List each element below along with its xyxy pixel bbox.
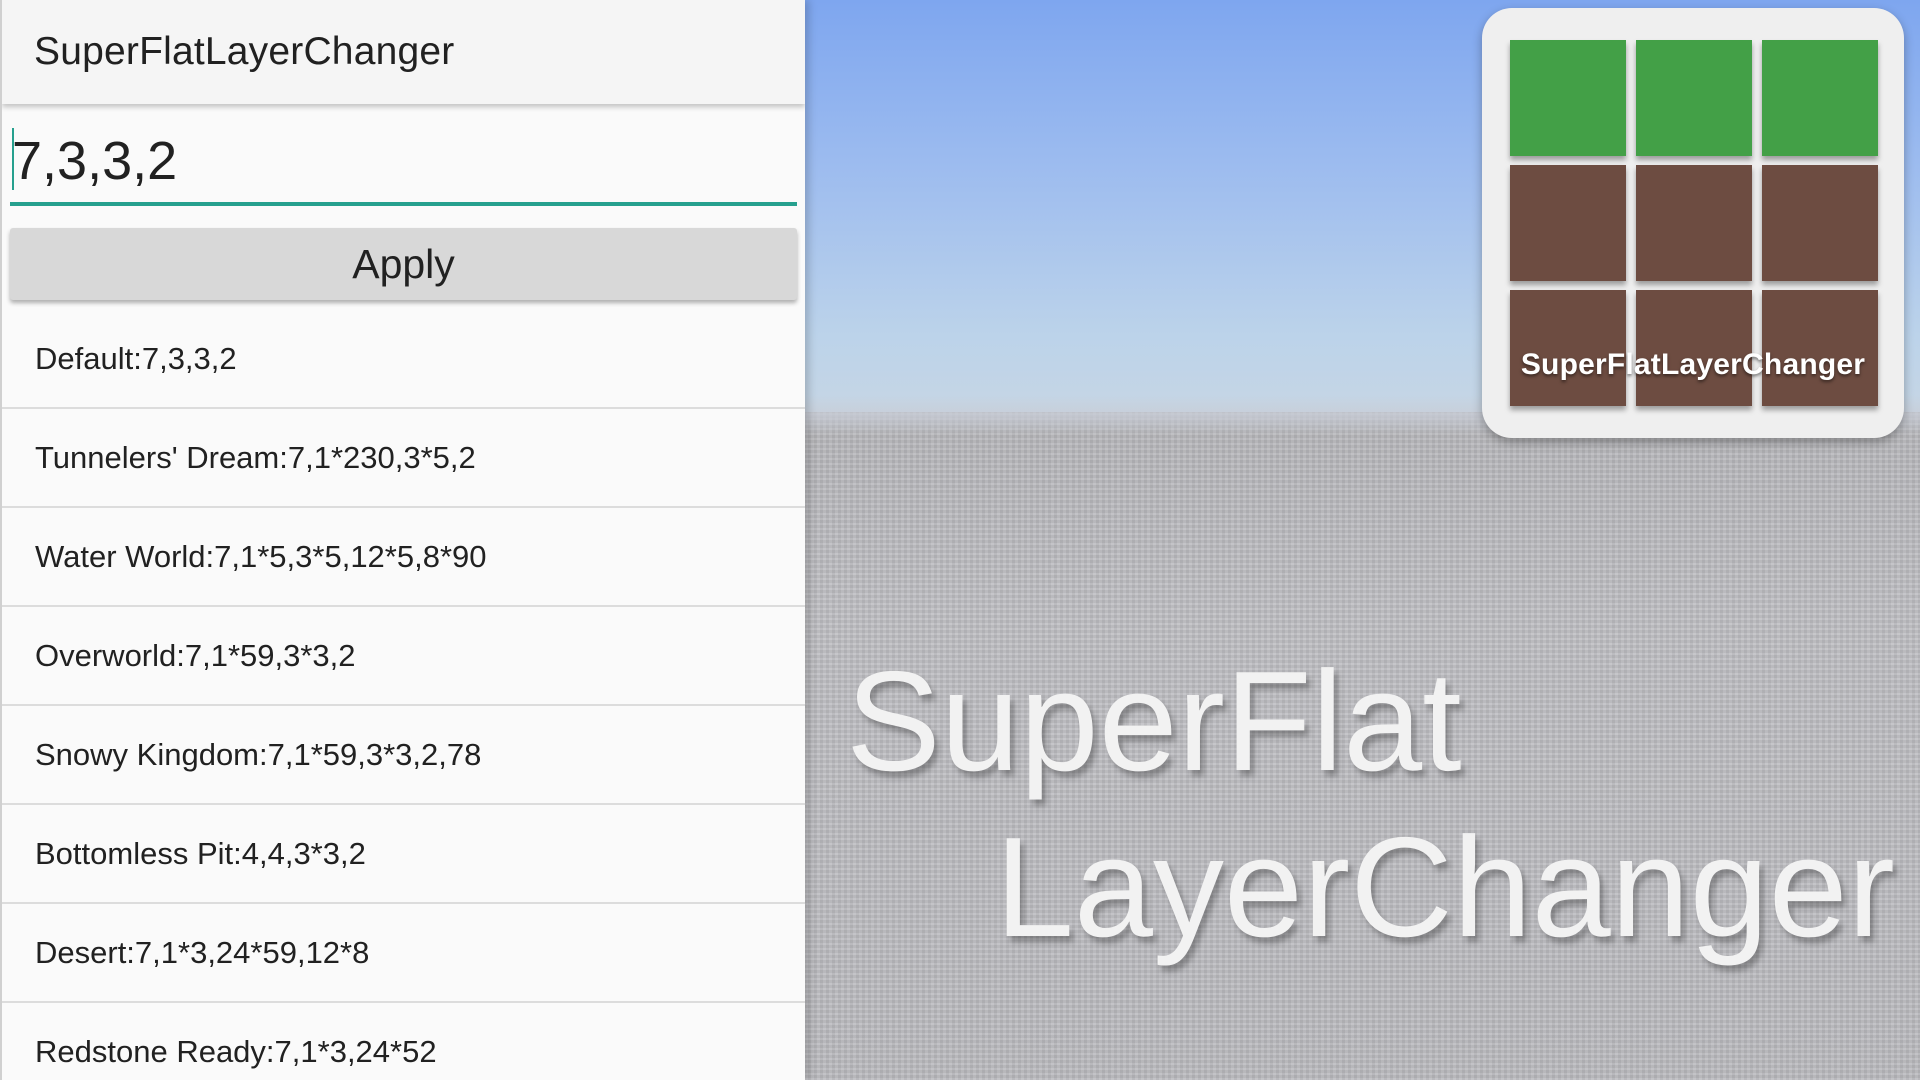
text-caret [12,128,14,190]
grass-block [1636,40,1752,156]
apply-button[interactable]: Apply [10,228,797,300]
preset-item-redstone-ready[interactable]: Redstone Ready:7,1*3,24*52 [2,1003,805,1080]
icon-label: SuperFlatLayerChanger [1520,348,1866,381]
grass-block [1510,40,1626,156]
banner-title-line-1: SuperFlat [846,642,1462,801]
dirt-block [1510,165,1626,281]
app-panel: SuperFlatLayerChanger Apply Default:7,3,… [0,0,805,1080]
preset-item-bottomless-pit[interactable]: Bottomless Pit:4,4,3*3,2 [2,805,805,904]
dirt-block [1762,165,1878,281]
preset-list: Default:7,3,3,2 Tunnelers' Dream:7,1*230… [2,310,805,1080]
app-bar: SuperFlatLayerChanger [2,0,805,104]
banner-title-line-2: LayerChanger [995,808,1895,967]
layer-input[interactable] [10,124,797,198]
preset-item-desert[interactable]: Desert:7,1*3,24*59,12*8 [2,904,805,1003]
preset-item-snowy-kingdom[interactable]: Snowy Kingdom:7,1*59,3*3,2,78 [2,706,805,805]
preset-item-overworld[interactable]: Overworld:7,1*59,3*3,2 [2,607,805,706]
app-title: SuperFlatLayerChanger [34,30,455,73]
grass-dirt-grid-icon: SuperFlatLayerChanger [1482,8,1904,438]
dirt-block [1636,165,1752,281]
screen: SuperFlatLayerChanger Apply Default:7,3,… [0,0,1920,1080]
preset-item-water-world[interactable]: Water World:7,1*5,3*5,12*5,8*90 [2,508,805,607]
layer-input-field[interactable] [10,124,797,206]
preset-item-tunnelers-dream[interactable]: Tunnelers' Dream:7,1*230,3*5,2 [2,409,805,508]
grass-block [1762,40,1878,156]
preset-item-default[interactable]: Default:7,3,3,2 [2,310,805,409]
